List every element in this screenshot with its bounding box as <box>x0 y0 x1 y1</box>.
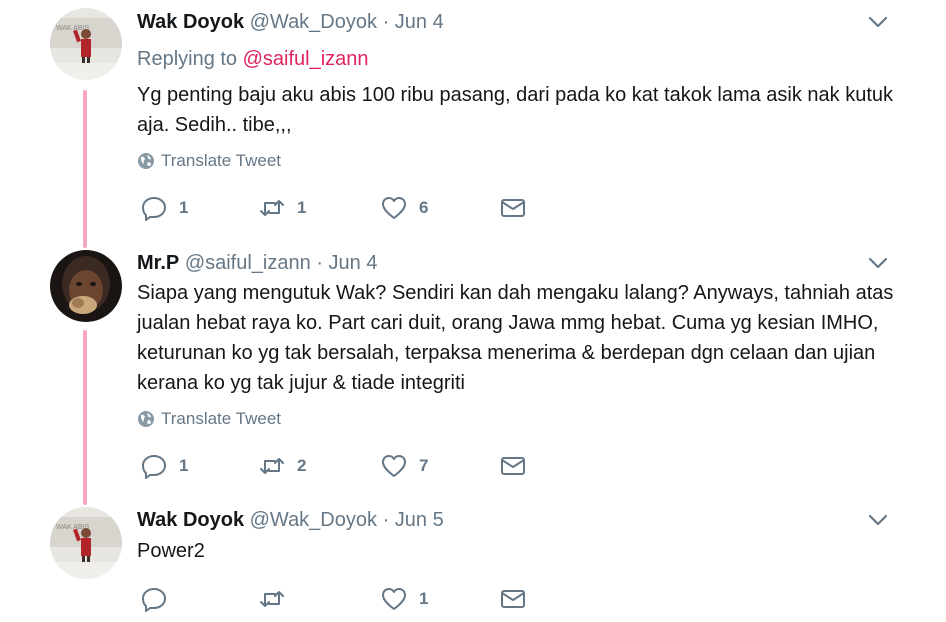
like-button[interactable]: 7 <box>381 453 428 479</box>
tweet-header: Wak Doyok @Wak_Doyok · Jun 5 <box>137 508 444 532</box>
avatar-wak-doyok[interactable]: WAK ABIS <box>50 507 122 579</box>
tweet-text: Yg penting baju aku abis 100 ribu pasang… <box>137 84 894 136</box>
like-button[interactable]: 1 <box>381 586 428 612</box>
tweet-header: Wak Doyok @Wak_Doyok · Jun 4 <box>137 10 444 34</box>
replying-to-label: Replying to <box>137 48 238 70</box>
translate-tweet[interactable]: Translate Tweet <box>137 409 281 429</box>
like-icon <box>382 588 406 610</box>
avatar-mr-p[interactable] <box>50 250 122 322</box>
reply-icon <box>142 455 166 479</box>
direct-message-icon <box>501 199 525 217</box>
like-count: 1 <box>419 589 429 608</box>
retweet-button[interactable]: 2 <box>259 453 306 479</box>
direct-message-button[interactable] <box>500 586 526 612</box>
retweet-icon <box>260 200 284 216</box>
reply-button[interactable]: 1 <box>141 195 188 221</box>
retweet-count: 1 <box>297 198 307 217</box>
like-icon <box>382 197 406 219</box>
retweet-count: 2 <box>297 456 307 475</box>
retweet-button[interactable] <box>259 586 297 612</box>
direct-message-icon <box>501 457 525 475</box>
globe-icon <box>138 411 154 427</box>
like-count: 6 <box>419 198 429 217</box>
reply-icon <box>142 588 166 612</box>
separator: · <box>382 11 390 33</box>
reply-count: 1 <box>179 198 189 217</box>
display-name[interactable]: Mr.P <box>137 252 179 274</box>
thread-line <box>83 90 87 248</box>
direct-message-button[interactable] <box>500 453 526 479</box>
retweet-icon <box>260 591 284 607</box>
globe-icon <box>138 153 154 169</box>
tweet-actions: 1 2 7 <box>137 453 537 481</box>
like-count: 7 <box>419 456 429 475</box>
thread-line <box>83 330 87 505</box>
translate-label[interactable]: Translate Tweet <box>161 409 281 429</box>
replying-to: Replying to @saiful_izann <box>137 47 369 71</box>
chevron-down-icon[interactable] <box>866 508 890 532</box>
reply-count: 1 <box>179 456 189 475</box>
tweet-date[interactable]: Jun 4 <box>329 252 378 274</box>
direct-message-button[interactable] <box>500 195 526 221</box>
display-name[interactable]: Wak Doyok <box>137 509 244 531</box>
replying-to-mention[interactable]: @saiful_izann <box>243 48 369 70</box>
like-button[interactable]: 6 <box>381 195 428 221</box>
separator: · <box>316 252 323 274</box>
tweet-text: Power2 <box>137 540 205 562</box>
tweet-2[interactable]: Mr.P @saiful_izann · Jun 4 Siapa yang me… <box>0 250 946 505</box>
like-icon <box>382 455 406 477</box>
tweet-header: Mr.P @saiful_izann · Jun 4 <box>137 251 377 275</box>
tweet-actions: 1 1 6 <box>137 195 537 223</box>
tweet-actions: 1 <box>137 586 537 614</box>
reply-icon <box>142 197 166 221</box>
tweet-1[interactable]: WAK ABIS Wak Doyok @Wak_Doyok · Jun 4 Re… <box>0 0 946 250</box>
translate-tweet[interactable]: Translate Tweet <box>137 151 281 171</box>
username[interactable]: @Wak_Doyok <box>250 11 377 33</box>
username[interactable]: @Wak_Doyok <box>250 509 377 531</box>
chevron-down-icon[interactable] <box>866 10 890 34</box>
translate-label[interactable]: Translate Tweet <box>161 151 281 171</box>
tweet-3[interactable]: WAK ABIS Wak Doyok @Wak_Doyok · Jun 5 Po… <box>0 505 946 622</box>
direct-message-icon <box>501 590 525 608</box>
tweet-date[interactable]: Jun 4 <box>395 11 444 33</box>
retweet-icon <box>260 458 284 474</box>
display-name[interactable]: Wak Doyok <box>137 11 244 33</box>
reply-button[interactable] <box>141 586 179 612</box>
tweet-text: Siapa yang mengutuk Wak? Sendiri kan dah… <box>137 282 894 394</box>
retweet-button[interactable]: 1 <box>259 195 306 221</box>
separator: · <box>382 509 390 531</box>
avatar-wak-doyok[interactable]: WAK ABIS <box>50 8 122 80</box>
chevron-down-icon[interactable] <box>866 251 890 275</box>
tweet-date[interactable]: Jun 5 <box>395 509 444 531</box>
username[interactable]: @saiful_izann <box>185 252 311 274</box>
reply-button[interactable]: 1 <box>141 453 188 479</box>
